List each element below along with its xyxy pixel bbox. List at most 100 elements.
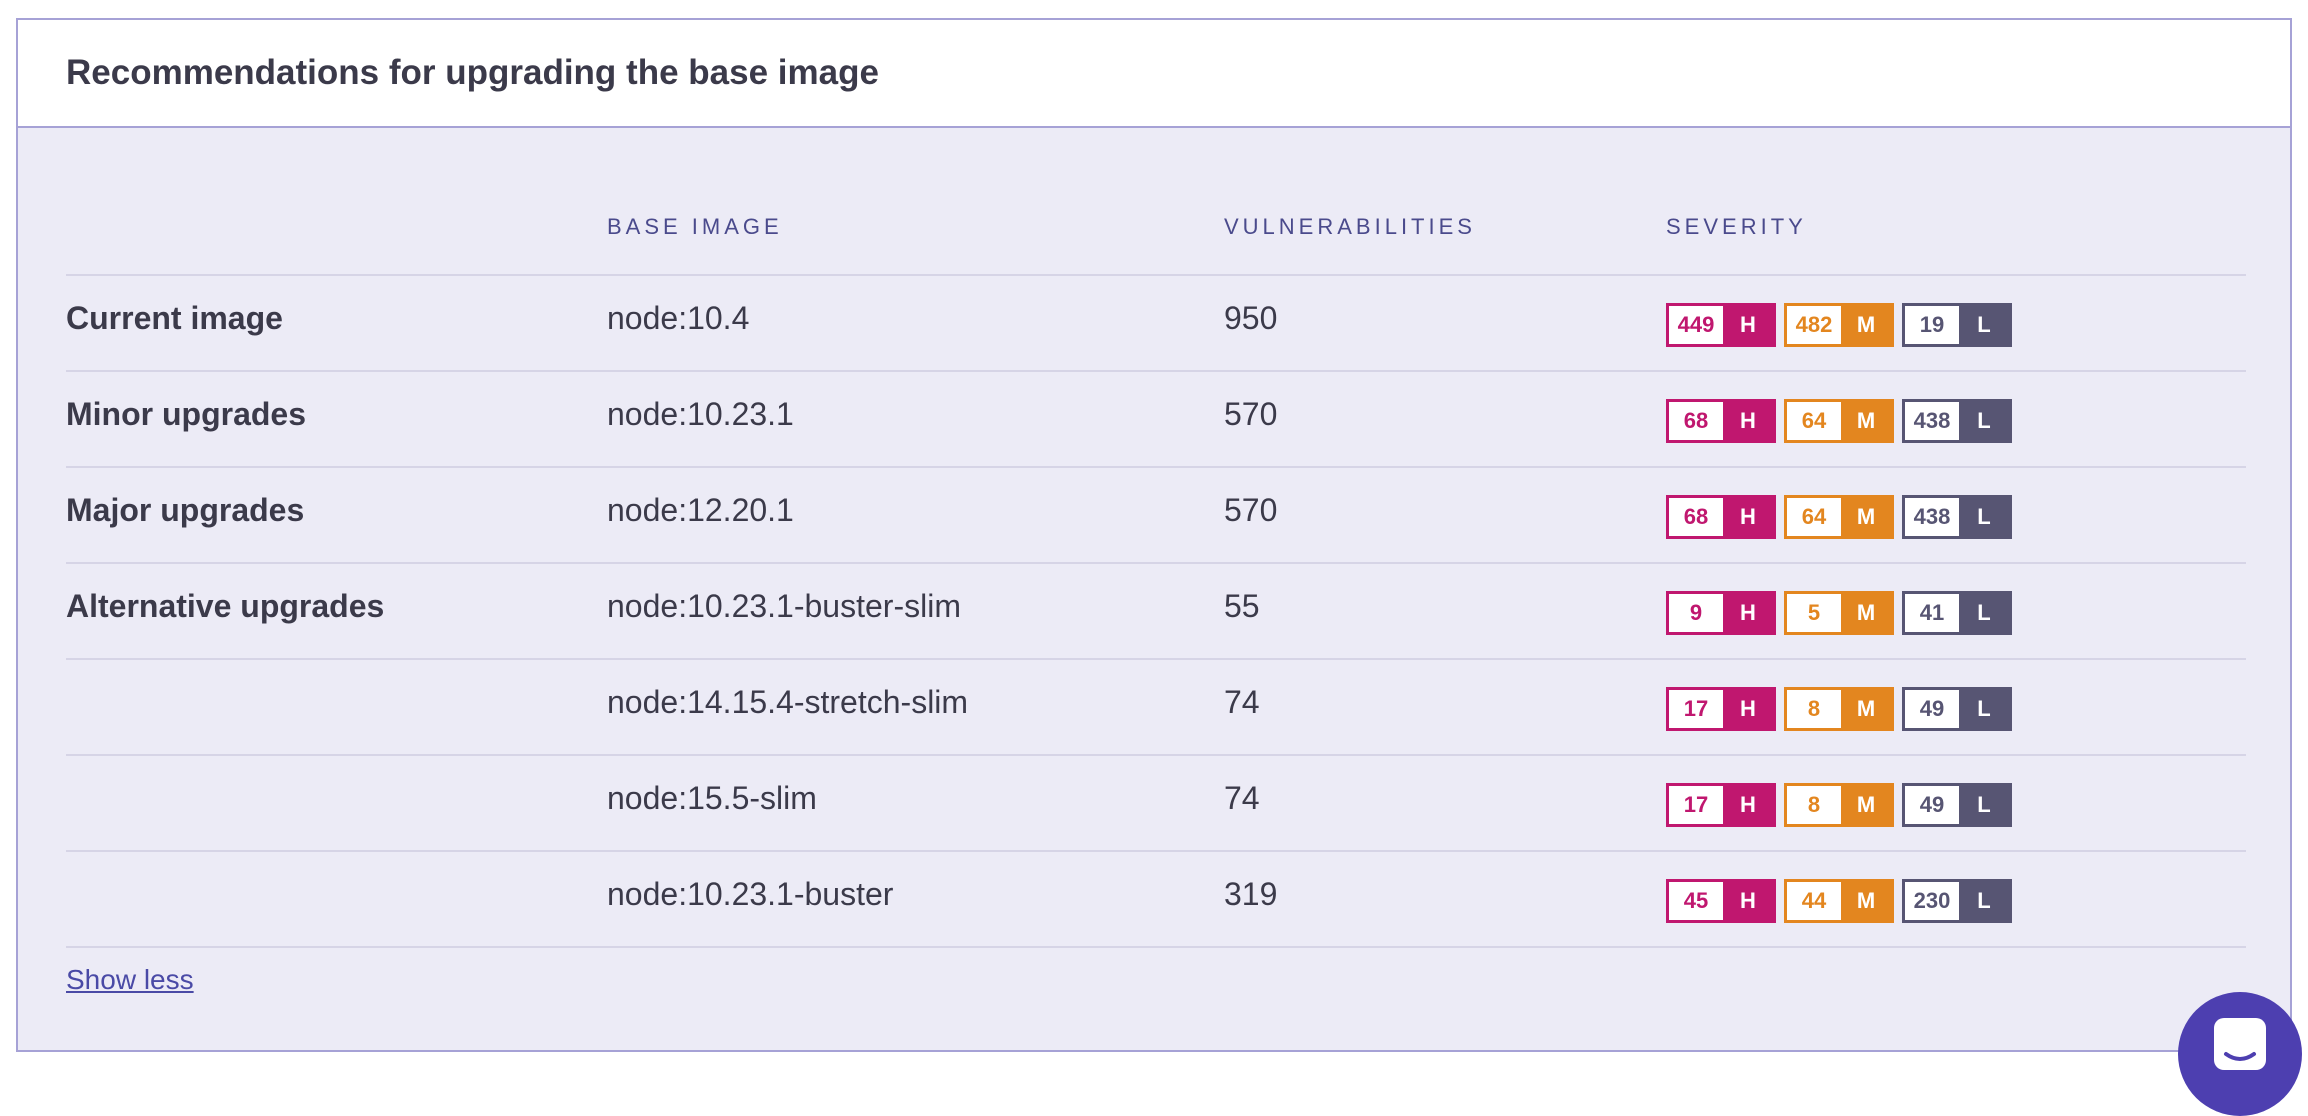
medium-severity-badge: 64 M xyxy=(1784,495,1894,539)
vulnerability-count: 570 xyxy=(1224,396,1278,432)
base-image-name: node:10.23.1 xyxy=(607,396,794,432)
severity-badges: 45 H 44 M 230 L xyxy=(1666,879,2012,923)
low-count: 230 xyxy=(1905,882,1959,920)
medium-severity-badge: 44 M xyxy=(1784,879,1894,923)
low-count: 49 xyxy=(1905,786,1959,824)
high-letter: H xyxy=(1723,402,1773,440)
chat-icon xyxy=(2214,1018,2266,1070)
low-letter: L xyxy=(1959,498,2009,536)
high-count: 9 xyxy=(1669,594,1723,632)
medium-count: 5 xyxy=(1787,594,1841,632)
chat-launcher-button[interactable] xyxy=(2178,992,2302,1116)
base-image-name: node:15.5-slim xyxy=(607,780,817,816)
table-body: Current image node:10.4 950 449 H 482 M 19 L Mino… xyxy=(66,276,2246,948)
medium-letter: M xyxy=(1841,882,1891,920)
medium-letter: M xyxy=(1841,786,1891,824)
medium-count: 64 xyxy=(1787,498,1841,536)
severity-badges: 449 H 482 M 19 L xyxy=(1666,303,2012,347)
base-image-name: node:12.20.1 xyxy=(607,492,794,528)
high-count: 17 xyxy=(1669,690,1723,728)
low-severity-badge: 230 L xyxy=(1902,879,2012,923)
table-row: Major upgrades node:12.20.1 570 68 H 64 M 438 L xyxy=(66,468,2246,564)
vulnerability-count: 74 xyxy=(1224,780,1260,816)
high-count: 45 xyxy=(1669,882,1723,920)
low-count: 49 xyxy=(1905,690,1959,728)
low-letter: L xyxy=(1959,690,2009,728)
vulnerability-count: 55 xyxy=(1224,588,1260,624)
high-letter: H xyxy=(1723,690,1773,728)
medium-letter: M xyxy=(1841,594,1891,632)
high-count: 449 xyxy=(1669,306,1723,344)
high-letter: H xyxy=(1723,594,1773,632)
medium-letter: M xyxy=(1841,306,1891,344)
low-count: 438 xyxy=(1905,402,1959,440)
high-count: 68 xyxy=(1669,402,1723,440)
medium-count: 44 xyxy=(1787,882,1841,920)
header-vulnerabilities: VULNERABILITIES xyxy=(1224,214,1476,239)
high-letter: H xyxy=(1723,786,1773,824)
low-severity-badge: 49 L xyxy=(1902,783,2012,827)
high-letter: H xyxy=(1723,306,1773,344)
table-row: node:10.23.1-buster 319 45 H 44 M 230 L xyxy=(66,852,2246,948)
high-severity-badge: 9H xyxy=(1666,591,1776,635)
high-severity-badge: 17 H xyxy=(1666,783,1776,827)
vulnerability-count: 570 xyxy=(1224,492,1278,528)
table-row: Alternative upgrades node:10.23.1-buster-… xyxy=(66,564,2246,660)
medium-severity-badge: 482 M xyxy=(1784,303,1894,347)
medium-severity-badge: 8M xyxy=(1784,687,1894,731)
high-count: 68 xyxy=(1669,498,1723,536)
header-severity: SEVERITY xyxy=(1666,214,1807,239)
low-severity-badge: 49 L xyxy=(1902,687,2012,731)
vulnerability-count: 74 xyxy=(1224,684,1260,720)
low-severity-badge: 19 L xyxy=(1902,303,2012,347)
high-letter: H xyxy=(1723,498,1773,536)
show-less-link[interactable]: Show less xyxy=(66,964,194,996)
panel-title: Recommendations for upgrading the base i… xyxy=(66,53,879,92)
medium-count: 8 xyxy=(1787,690,1841,728)
table-row: node:14.15.4-stretch-slim 74 17 H 8 M 49 L xyxy=(66,660,2246,756)
vulnerability-count: 950 xyxy=(1224,300,1278,336)
severity-badges: 17 H 8 M 49 L xyxy=(1666,687,2012,731)
low-letter: L xyxy=(1959,402,2009,440)
severity-badges: 68 H 64 M 438 L xyxy=(1666,495,2012,539)
base-image-name: node:14.15.4-stretch-slim xyxy=(607,684,969,720)
base-image-name: node:10.4 xyxy=(607,300,750,336)
medium-letter: M xyxy=(1841,690,1891,728)
low-severity-badge: 438 L xyxy=(1902,399,2012,443)
low-letter: L xyxy=(1959,786,2009,824)
high-severity-badge: 68 H xyxy=(1666,399,1776,443)
medium-severity-badge: 8M xyxy=(1784,783,1894,827)
low-severity-badge: 41 L xyxy=(1902,591,2012,635)
vulnerability-count: 319 xyxy=(1224,876,1278,912)
header-base-image: BASE IMAGE xyxy=(607,214,783,239)
high-severity-badge: 45 H xyxy=(1666,879,1776,923)
medium-severity-badge: 5M xyxy=(1784,591,1894,635)
row-label: Major upgrades xyxy=(66,492,305,528)
base-image-name: node:10.23.1-buster xyxy=(607,876,894,912)
medium-count: 482 xyxy=(1787,306,1841,344)
low-count: 41 xyxy=(1905,594,1959,632)
row-label: Minor upgrades xyxy=(66,396,307,432)
low-letter: L xyxy=(1959,594,2009,632)
high-severity-badge: 449 H xyxy=(1666,303,1776,347)
table-row: node:15.5-slim 74 17 H 8 M 49 L xyxy=(66,756,2246,852)
medium-count: 8 xyxy=(1787,786,1841,824)
panel-header: Recommendations for upgrading the base i… xyxy=(18,20,2290,128)
recommendations-panel: Recommendations for upgrading the base i… xyxy=(16,18,2292,1052)
medium-severity-badge: 64 M xyxy=(1784,399,1894,443)
low-letter: L xyxy=(1959,882,2009,920)
severity-badges: 68 H 64 M 438 L xyxy=(1666,399,2012,443)
high-count: 17 xyxy=(1669,786,1723,824)
base-image-name: node:10.23.1-buster-slim xyxy=(607,588,961,624)
table-row: Current image node:10.4 950 449 H 482 M 19 L xyxy=(66,276,2246,372)
low-letter: L xyxy=(1959,306,2009,344)
medium-letter: M xyxy=(1841,402,1891,440)
severity-badges: 17 H 8 M 49 L xyxy=(1666,783,2012,827)
high-severity-badge: 17 H xyxy=(1666,687,1776,731)
medium-letter: M xyxy=(1841,498,1891,536)
high-letter: H xyxy=(1723,882,1773,920)
low-severity-badge: 438 L xyxy=(1902,495,2012,539)
high-severity-badge: 68 H xyxy=(1666,495,1776,539)
recommendations-table: BASE IMAGE VULNERABILITIES SEVERITY Curr… xyxy=(66,196,2246,948)
low-count: 19 xyxy=(1905,306,1959,344)
